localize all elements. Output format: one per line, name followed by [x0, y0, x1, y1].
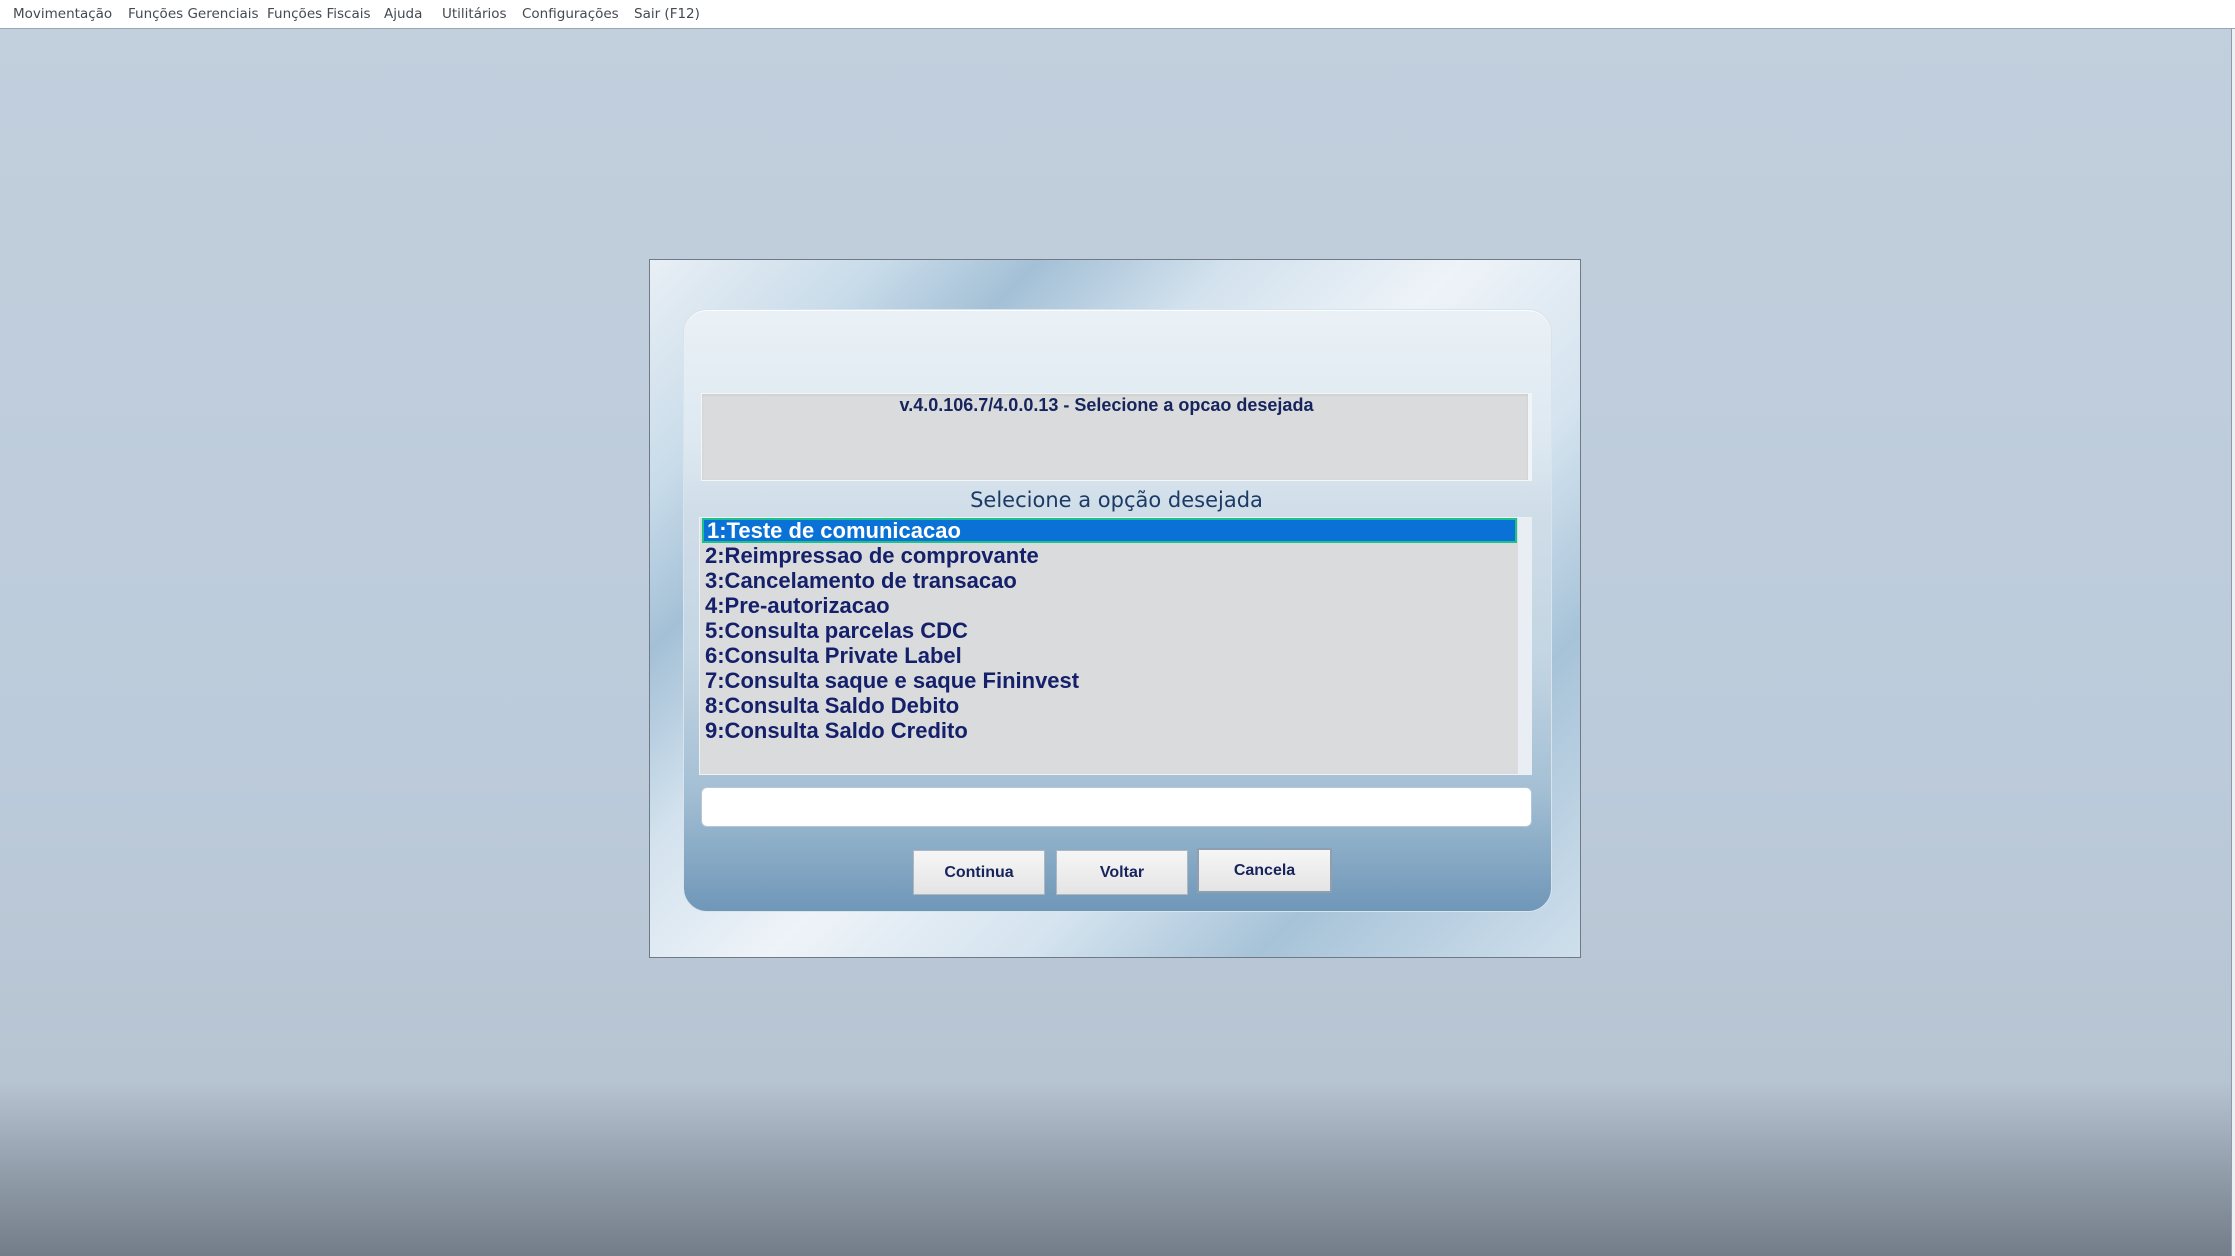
list-item-consulta-parcelas-cdc[interactable]: 5:Consulta parcelas CDC — [702, 618, 1517, 643]
menu-ajuda[interactable]: Ajuda — [384, 6, 422, 22]
options-listbox[interactable]: 1:Teste de comunicacao 2:Reimpressao de … — [699, 517, 1532, 775]
menu-sair[interactable]: Sair (F12) — [634, 6, 700, 22]
menu-funcoes-fiscais[interactable]: Funções Fiscais — [267, 6, 371, 22]
list-item-cancelamento-transacao[interactable]: 3:Cancelamento de transacao — [702, 568, 1517, 593]
menu-movimentacao[interactable]: Movimentação — [13, 6, 112, 22]
voltar-button[interactable]: Voltar — [1056, 850, 1188, 895]
list-item-teste-comunicacao[interactable]: 1:Teste de comunicacao — [702, 518, 1517, 543]
list-item-reimpressao-comprovante[interactable]: 2:Reimpressao de comprovante — [702, 543, 1517, 568]
list-item-pre-autorizacao[interactable]: 4:Pre-autorizacao — [702, 593, 1517, 618]
option-input-field[interactable] — [701, 787, 1532, 827]
header-message: v.4.0.106.7/4.0.0.13 - Selecione a opcao… — [899, 395, 1314, 415]
menu-utilitarios[interactable]: Utilitários — [442, 6, 507, 22]
menu-configuracoes[interactable]: Configurações — [522, 6, 619, 22]
list-item-consulta-saldo-credito[interactable]: 9:Consulta Saldo Credito — [702, 718, 1517, 743]
cancela-button[interactable]: Cancela — [1197, 848, 1332, 893]
menu-bar: Movimentação Funções Gerenciais Funções … — [0, 0, 2235, 29]
continua-button[interactable]: Continua — [913, 850, 1045, 895]
menu-funcoes-gerenciais[interactable]: Funções Gerenciais — [128, 6, 259, 22]
list-item-consulta-private-label[interactable]: 6:Consulta Private Label — [702, 643, 1517, 668]
list-title: Selecione a opção desejada — [970, 488, 1263, 512]
list-item-consulta-saque[interactable]: 7:Consulta saque e saque Fininvest — [702, 668, 1517, 693]
window-right-edge — [2231, 29, 2235, 1256]
list-item-consulta-saldo-debito[interactable]: 8:Consulta Saldo Debito — [702, 693, 1517, 718]
